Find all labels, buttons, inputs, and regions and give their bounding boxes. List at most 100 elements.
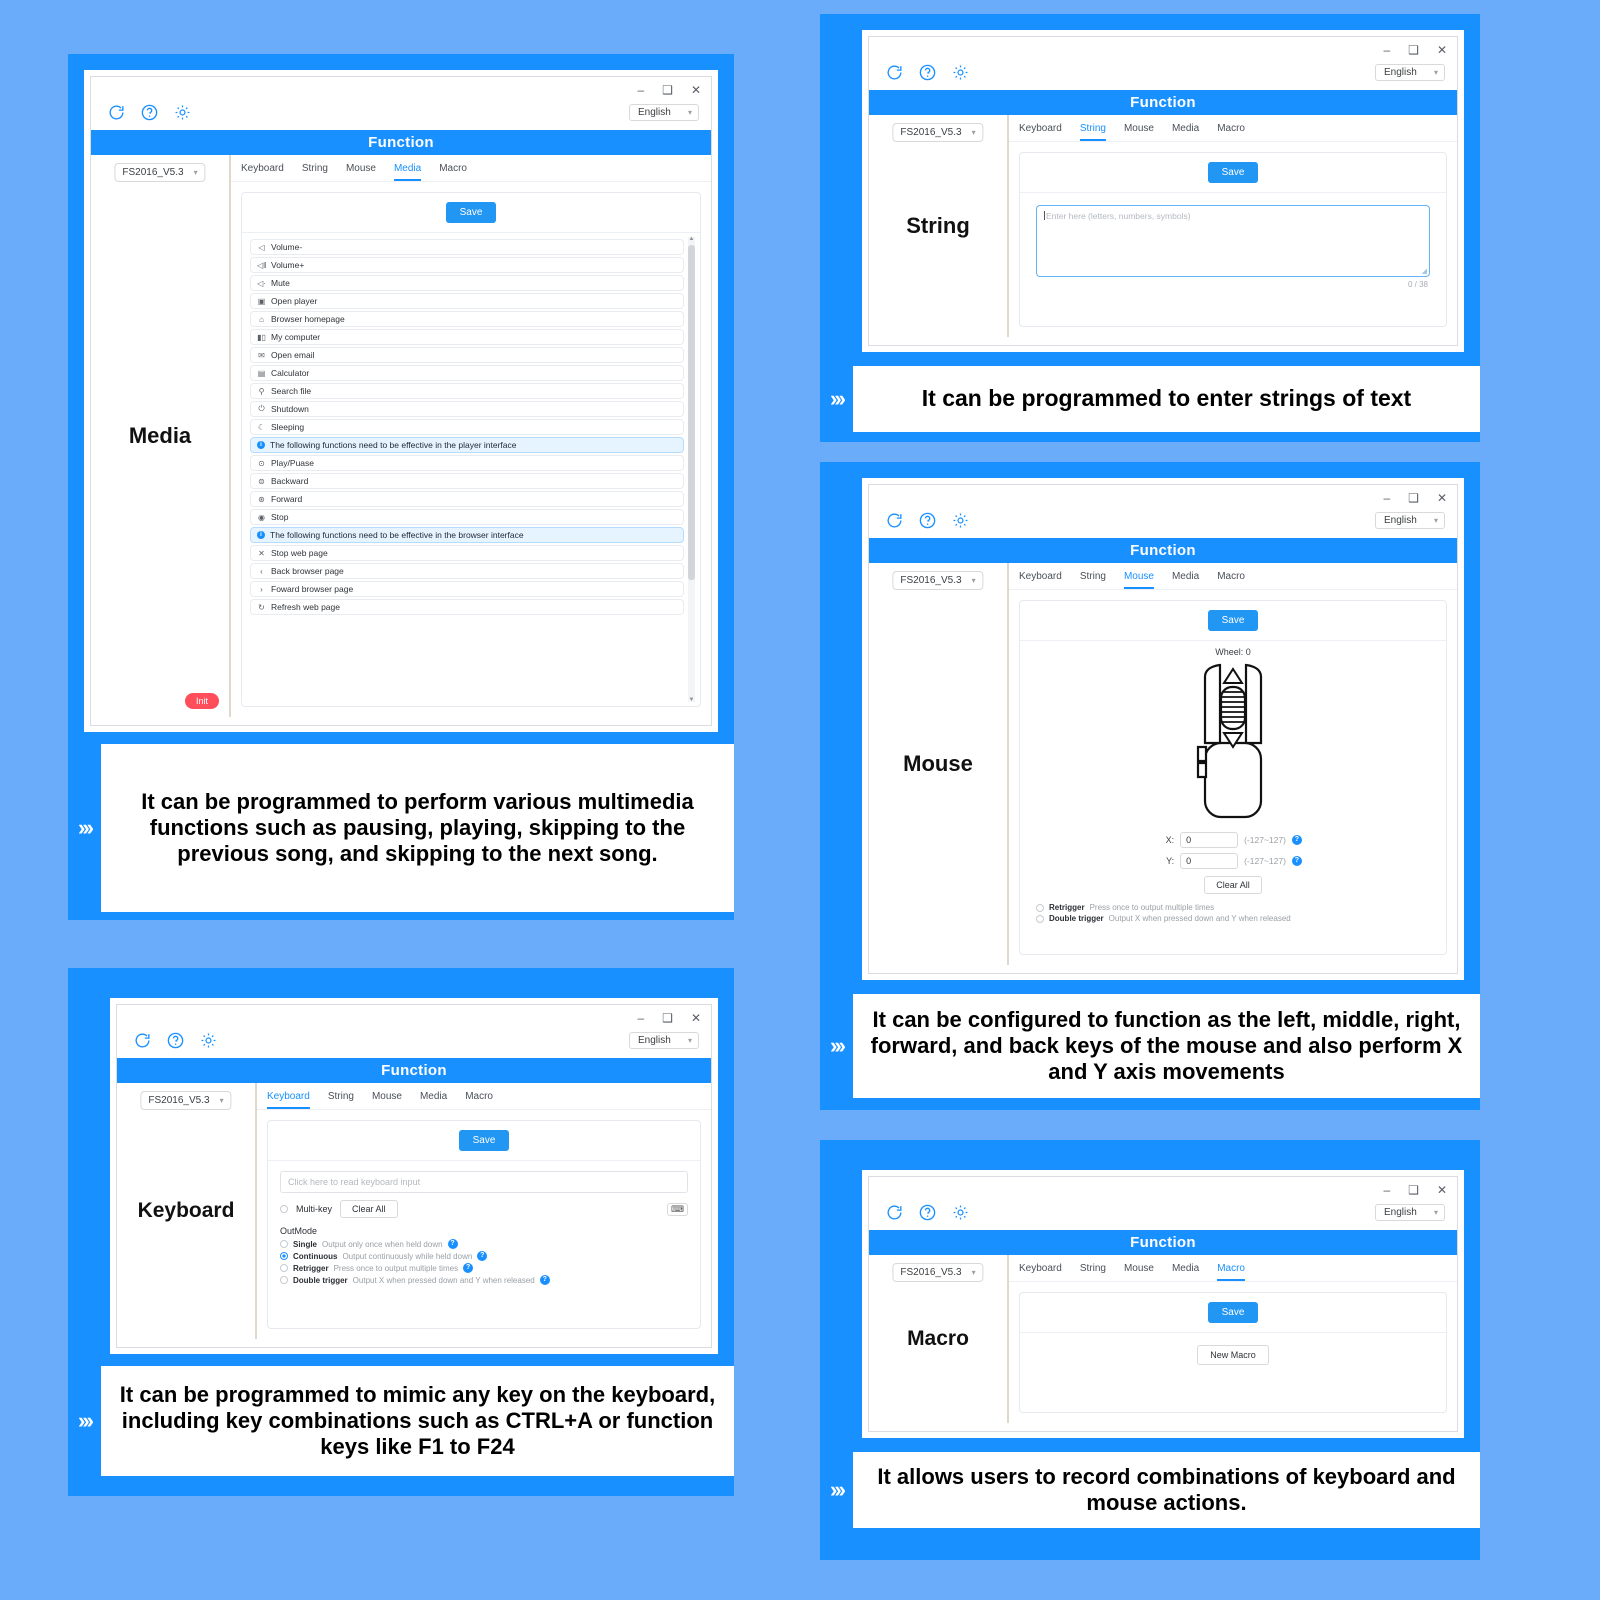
gear-icon[interactable] bbox=[951, 511, 970, 530]
init-button[interactable]: Init bbox=[184, 693, 219, 709]
language-select[interactable]: English ▾ bbox=[629, 1032, 699, 1049]
maximize-icon[interactable]: ❑ bbox=[662, 84, 673, 96]
tab-keyboard[interactable]: Keyboard bbox=[267, 1091, 310, 1109]
tab-media[interactable]: Media bbox=[1172, 123, 1199, 141]
scroll-down-icon[interactable]: ▼ bbox=[688, 697, 695, 703]
device-select[interactable]: FS2016_V5.3 ▾ bbox=[892, 571, 984, 590]
help-circle-icon[interactable] bbox=[918, 1203, 937, 1222]
clear-all-button[interactable]: Clear All bbox=[1204, 876, 1262, 894]
tab-string[interactable]: String bbox=[1080, 571, 1106, 589]
save-button[interactable]: Save bbox=[458, 1130, 510, 1151]
save-button[interactable]: Save bbox=[1207, 610, 1259, 631]
radio-icon[interactable] bbox=[280, 1264, 288, 1272]
help-circle-icon[interactable] bbox=[140, 103, 159, 122]
gear-icon[interactable] bbox=[199, 1031, 218, 1050]
media-function-row[interactable]: ◁ Volume- bbox=[250, 239, 684, 255]
radio-icon[interactable] bbox=[280, 1252, 288, 1260]
help-circle-icon[interactable] bbox=[166, 1031, 185, 1050]
tab-mouse[interactable]: Mouse bbox=[346, 163, 376, 181]
new-macro-button[interactable]: New Macro bbox=[1197, 1345, 1269, 1365]
tab-string[interactable]: String bbox=[302, 163, 328, 181]
tab-macro[interactable]: Macro bbox=[1217, 1263, 1245, 1281]
radio-icon[interactable] bbox=[1036, 914, 1044, 923]
media-function-row[interactable]: ✕ Stop web page bbox=[250, 545, 684, 561]
help-icon[interactable]: ? bbox=[1291, 856, 1302, 866]
tab-macro[interactable]: Macro bbox=[1217, 123, 1245, 141]
keyboard-icon[interactable]: ⌨ bbox=[667, 1202, 688, 1216]
language-select[interactable]: English ▾ bbox=[1375, 1204, 1445, 1221]
device-select[interactable]: FS2016_V5.3 ▾ bbox=[892, 123, 984, 142]
device-select[interactable]: FS2016_V5.3 ▾ bbox=[892, 1263, 984, 1282]
maximize-icon[interactable]: ❑ bbox=[1408, 1184, 1419, 1196]
close-icon[interactable]: ✕ bbox=[1437, 44, 1447, 56]
media-function-row[interactable]: ▮▯ My computer bbox=[250, 329, 684, 345]
tab-keyboard[interactable]: Keyboard bbox=[1019, 571, 1062, 589]
scrollbar[interactable]: ▲ ▼ bbox=[688, 236, 695, 703]
media-function-row[interactable]: ▤ Calculator bbox=[250, 365, 684, 381]
maximize-icon[interactable]: ❑ bbox=[1408, 492, 1419, 504]
media-function-row[interactable]: ☾ Sleeping bbox=[250, 419, 684, 435]
media-function-row[interactable]: ⊙ Play/Puase bbox=[250, 455, 684, 471]
minimize-icon[interactable]: – bbox=[637, 84, 644, 96]
gear-icon[interactable] bbox=[173, 103, 192, 122]
tab-string[interactable]: String bbox=[328, 1091, 354, 1109]
option-continuous[interactable]: Continuous Output continuously while hel… bbox=[280, 1251, 688, 1261]
scrollbar-thumb[interactable] bbox=[688, 245, 695, 580]
media-function-row[interactable]: ✉ Open email bbox=[250, 347, 684, 363]
tab-media[interactable]: Media bbox=[1172, 571, 1199, 589]
language-select[interactable]: English ▾ bbox=[629, 104, 699, 121]
refresh-icon[interactable] bbox=[885, 63, 904, 82]
tab-string[interactable]: String bbox=[1079, 123, 1106, 141]
tab-macro[interactable]: Macro bbox=[439, 163, 467, 181]
x-input[interactable]: 0 bbox=[1180, 832, 1239, 848]
help-icon[interactable]: ? bbox=[539, 1275, 550, 1285]
minimize-icon[interactable]: – bbox=[1383, 492, 1390, 504]
option-double-trigger[interactable]: Double trigger Output X when pressed dow… bbox=[280, 1275, 688, 1285]
save-button[interactable]: Save bbox=[1207, 1302, 1259, 1323]
radio-icon[interactable] bbox=[280, 1240, 288, 1248]
tab-keyboard[interactable]: Keyboard bbox=[1019, 123, 1062, 141]
media-function-row[interactable]: ◉ Stop bbox=[250, 509, 684, 525]
close-icon[interactable]: ✕ bbox=[691, 1012, 701, 1024]
tab-mouse[interactable]: Mouse bbox=[372, 1091, 402, 1109]
tab-string[interactable]: String bbox=[1080, 1263, 1106, 1281]
tab-mouse[interactable]: Mouse bbox=[1123, 571, 1154, 589]
tab-mouse[interactable]: Mouse bbox=[1124, 123, 1154, 141]
resize-grip-icon[interactable]: ◢ bbox=[1422, 267, 1427, 275]
radio-icon[interactable] bbox=[1036, 903, 1044, 912]
media-function-row[interactable]: › Foward browser page bbox=[250, 581, 684, 597]
close-icon[interactable]: ✕ bbox=[1437, 1184, 1447, 1196]
mouse-diagram[interactable] bbox=[1158, 659, 1308, 827]
tab-media[interactable]: Media bbox=[420, 1091, 447, 1109]
close-icon[interactable]: ✕ bbox=[691, 84, 701, 96]
media-function-row[interactable]: ◁· Mute bbox=[250, 275, 684, 291]
media-function-row[interactable]: ⚲ Search file bbox=[250, 383, 684, 399]
tab-macro[interactable]: Macro bbox=[465, 1091, 493, 1109]
tab-keyboard[interactable]: Keyboard bbox=[1019, 1263, 1062, 1281]
radio-icon[interactable] bbox=[280, 1276, 288, 1284]
tab-keyboard[interactable]: Keyboard bbox=[241, 163, 284, 181]
scroll-up-icon[interactable]: ▲ bbox=[688, 236, 695, 242]
refresh-icon[interactable] bbox=[133, 1031, 152, 1050]
device-select[interactable]: FS2016_V5.3 ▾ bbox=[140, 1091, 232, 1110]
media-function-row[interactable]: ⊜ Backward bbox=[250, 473, 684, 489]
radio-icon[interactable] bbox=[280, 1205, 288, 1213]
tab-media[interactable]: Media bbox=[393, 163, 422, 181]
option-double-trigger[interactable]: Double trigger Output X when pressed dow… bbox=[1036, 914, 1436, 923]
help-icon[interactable]: ? bbox=[463, 1263, 474, 1273]
help-icon[interactable]: ? bbox=[447, 1239, 458, 1249]
option-retrigger[interactable]: Retrigger Press once to output multiple … bbox=[280, 1263, 688, 1273]
language-select[interactable]: English ▾ bbox=[1375, 512, 1445, 529]
help-circle-icon[interactable] bbox=[918, 63, 937, 82]
gear-icon[interactable] bbox=[951, 1203, 970, 1222]
string-textarea[interactable]: Enter here (letters, numbers, symbols) ◢ bbox=[1036, 205, 1430, 277]
maximize-icon[interactable]: ❑ bbox=[1408, 44, 1419, 56]
media-function-row[interactable]: ↻ Refresh web page bbox=[250, 599, 684, 615]
help-icon[interactable]: ? bbox=[477, 1251, 488, 1261]
save-button[interactable]: Save bbox=[1207, 162, 1259, 183]
tab-macro[interactable]: Macro bbox=[1217, 571, 1245, 589]
media-function-row[interactable]: ‹ Back browser page bbox=[250, 563, 684, 579]
tab-media[interactable]: Media bbox=[1172, 1263, 1199, 1281]
media-function-row[interactable]: ⌂ Browser homepage bbox=[250, 311, 684, 327]
refresh-icon[interactable] bbox=[885, 1203, 904, 1222]
